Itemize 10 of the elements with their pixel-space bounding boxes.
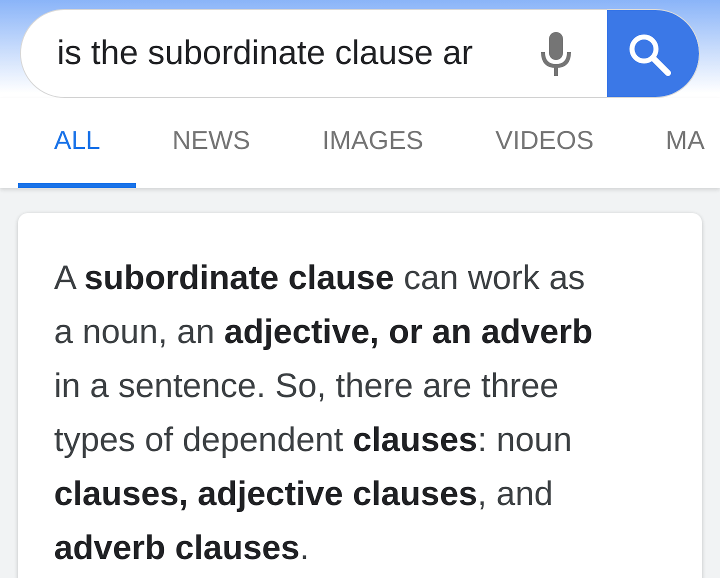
tab[interactable]: VIDEOS xyxy=(459,98,630,188)
search-button[interactable] xyxy=(607,10,699,97)
query-text: is the subordinate clause ar xyxy=(56,34,474,73)
tab[interactable]: MA xyxy=(630,98,720,188)
tab[interactable]: IMAGES xyxy=(286,98,460,188)
answer-text: A subordinate clause can work as a noun, an adjective, or an adverb in a sentence. So, there are three types of dependent clauses: noun clauses, adjective clauses, and adverb clauses. xyxy=(54,258,594,569)
search-field[interactable]: is the subordinate clause ar xyxy=(20,9,700,98)
microphone-icon[interactable] xyxy=(539,30,573,78)
tab[interactable]: NEWS xyxy=(136,98,286,188)
tab[interactable]: ALL xyxy=(18,98,136,188)
